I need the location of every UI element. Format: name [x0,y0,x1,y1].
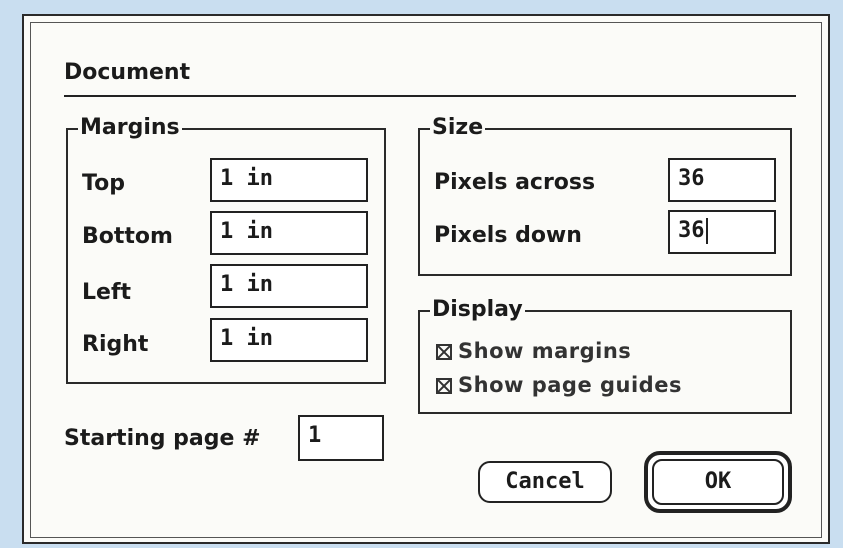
show-page-guides-label: Show page guides [458,373,682,397]
dialog-title: Document [64,60,191,85]
margin-top-field[interactable]: 1 in [210,158,368,202]
title-divider [64,95,796,97]
checkbox-checked-icon [436,378,452,394]
show-margins-checkbox[interactable]: Show margins [436,338,631,364]
show-margins-label: Show margins [458,339,632,363]
pixels-across-field[interactable]: 36 [668,158,776,202]
document-dialog: Document Margins Top 1 in Bottom 1 in Le… [22,14,830,544]
margin-right-label: Right [82,332,149,357]
pixels-down-value: 36 [678,218,705,243]
margin-top-label: Top [82,171,125,196]
pixels-down-label: Pixels down [434,223,582,248]
margins-group-label: Margins [78,114,182,142]
cancel-button[interactable]: Cancel [478,461,612,503]
starting-page-field[interactable]: 1 [298,415,384,461]
margin-left-field[interactable]: 1 in [210,264,368,308]
display-group-label: Display [430,296,525,324]
margin-right-field[interactable]: 1 in [210,318,368,362]
pixels-down-field[interactable]: 36 [668,210,776,254]
size-group-label: Size [430,114,486,142]
starting-page-label: Starting page # [64,426,261,451]
ok-button-default-ring: OK [644,451,792,513]
pixels-across-label: Pixels across [434,170,596,195]
margin-bottom-field[interactable]: 1 in [210,211,368,255]
checkbox-checked-icon [436,344,452,360]
show-page-guides-checkbox[interactable]: Show page guides [436,372,682,398]
text-cursor [705,218,708,244]
margin-left-label: Left [82,280,132,305]
margin-bottom-label: Bottom [82,224,173,249]
ok-button[interactable]: OK [652,459,784,505]
